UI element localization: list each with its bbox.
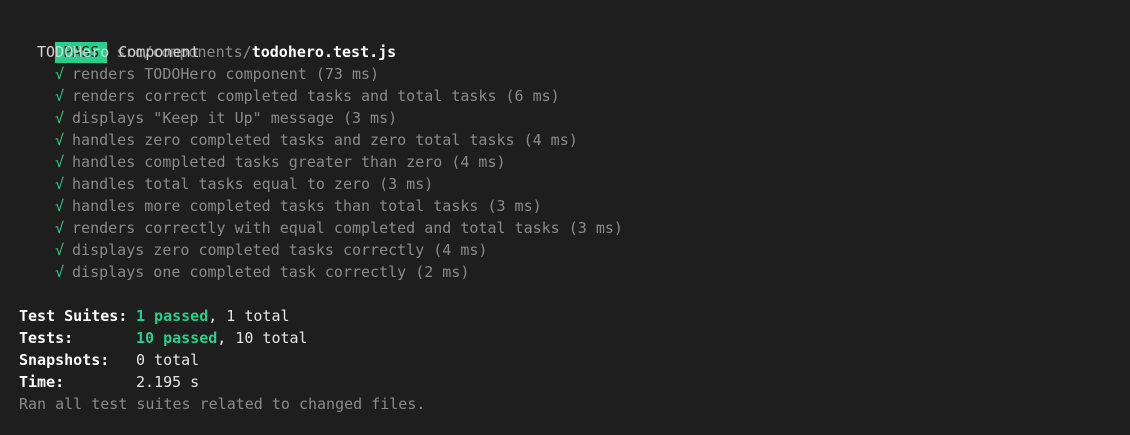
summary-tests: Tests: 10 passed, 10 total xyxy=(19,327,1130,349)
test-description: handles zero completed tasks and zero to… xyxy=(72,131,578,149)
test-file-header: PASS src/components/todohero.test.js xyxy=(19,19,1130,63)
test-result: √ displays one completed task correctly (… xyxy=(19,261,1130,283)
snapshots-value: 0 total xyxy=(136,351,200,369)
tests-passed-count: 10 passed xyxy=(136,329,218,347)
test-description: renders TODOHero component (73 ms) xyxy=(72,65,380,83)
suites-total-count: , 1 total xyxy=(208,307,290,325)
check-icon: √ xyxy=(55,87,65,105)
test-result: √ renders correct completed tasks and tot… xyxy=(19,85,1130,107)
suites-passed-count: 1 passed xyxy=(136,307,209,325)
test-result: √ renders TODOHero component (73 ms) xyxy=(19,63,1130,85)
time-value: 2.195 s xyxy=(136,373,200,391)
footer-message: Ran all test suites related to changed f… xyxy=(19,395,426,413)
check-icon: √ xyxy=(55,131,65,149)
suite-name: TODOHero Component xyxy=(37,43,200,61)
test-result: √ renders correctly with equal completed … xyxy=(19,217,1130,239)
test-description: renders correctly with equal completed a… xyxy=(72,219,623,237)
check-icon: √ xyxy=(55,263,65,281)
test-result: √ handles more completed tasks than total… xyxy=(19,195,1130,217)
check-icon: √ xyxy=(55,65,65,83)
summary-test-suites: Test Suites: 1 passed, 1 total xyxy=(19,305,1130,327)
test-result: √ displays zero completed tasks correctly… xyxy=(19,239,1130,261)
check-icon: √ xyxy=(55,109,65,127)
summary-label: Snapshots: xyxy=(19,351,110,369)
summary-label: Time: xyxy=(19,373,65,391)
test-result: √ handles completed tasks greater than ze… xyxy=(19,151,1130,173)
summary-snapshots: Snapshots: 0 total xyxy=(19,349,1130,371)
test-description: handles total tasks equal to zero (3 ms) xyxy=(72,175,434,193)
summary-time: Time: 2.195 s xyxy=(19,371,1130,393)
check-icon: √ xyxy=(55,197,65,215)
test-file-name: todohero.test.js xyxy=(251,43,397,61)
test-result: √ handles total tasks equal to zero (3 ms… xyxy=(19,173,1130,195)
check-icon: √ xyxy=(55,241,65,259)
check-icon: √ xyxy=(55,175,65,193)
check-icon: √ xyxy=(55,219,65,237)
check-icon: √ xyxy=(55,153,65,171)
test-result: √ handles zero completed tasks and zero t… xyxy=(19,129,1130,151)
tests-total-count: , 10 total xyxy=(217,329,308,347)
test-description: displays "Keep it Up" message (3 ms) xyxy=(72,109,398,127)
test-description: renders correct completed tasks and tota… xyxy=(72,87,560,105)
test-description: handles more completed tasks than total … xyxy=(72,197,542,215)
summary-label: Test Suites: xyxy=(19,307,128,325)
summary-label: Tests: xyxy=(19,329,74,347)
test-description: displays one completed task correctly (2… xyxy=(72,263,470,281)
test-description: handles completed tasks greater than zer… xyxy=(72,153,506,171)
test-result: √ displays "Keep it Up" message (3 ms) xyxy=(19,107,1130,129)
test-description: displays zero completed tasks correctly … xyxy=(72,241,488,259)
terminal-output: PASS src/components/todohero.test.js TODO… xyxy=(0,0,1130,435)
